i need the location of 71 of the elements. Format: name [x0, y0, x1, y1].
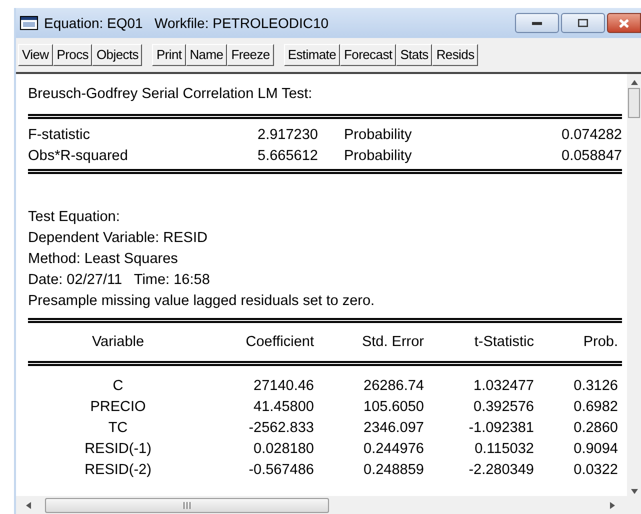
table-cell-text: -2.280349 [468, 461, 534, 480]
table-cell-text: 27140.46 [252, 377, 314, 396]
test-info-line: Dependent Variable: RESID [28, 229, 208, 248]
window-icon [20, 16, 38, 30]
scroll-right-arrow-icon [610, 502, 615, 508]
table-cell-text: 0.6982 [572, 398, 618, 417]
test-heading: Breusch-Godfrey Serial Correlation LM Test: [28, 85, 314, 104]
toolbar-button[interactable]: View [18, 44, 53, 66]
maximize-button[interactable] [561, 13, 605, 33]
table-cell-text: RESID(-2) [84, 461, 152, 480]
test-info-line: Method: Least Squares [28, 250, 179, 269]
table-cell-text: -1.092381 [468, 419, 534, 438]
table-cell-text: 2346.097 [362, 419, 424, 438]
table-cell-text: PRECIO [89, 398, 147, 417]
close-button[interactable] [607, 13, 641, 33]
table-cell-text: 0.392576 [472, 398, 534, 417]
table-cell-text: 105.6050 [362, 398, 424, 417]
scroll-down-arrow-icon [630, 489, 638, 494]
table-cell-text: 41.45800 [252, 398, 314, 417]
scroll-left-arrow-icon [26, 502, 31, 508]
probability-value: 0.074282 [562, 126, 623, 145]
table-cell-text: 0.3126 [572, 377, 618, 396]
test-info-line: Test Equation: [28, 208, 121, 227]
test-info-line: Presample missing value lagged residuals set to zero. [28, 292, 376, 311]
table-cell-text: -0.567486 [248, 461, 314, 480]
toolbar-button[interactable]: Stats [396, 44, 432, 66]
statistic-value: 5.665612 [256, 147, 318, 166]
column-header: t-Statistic [473, 332, 534, 352]
minimize-button[interactable] [515, 13, 559, 33]
window-title: Equation: EQ01 Workfile: PETROLEODIC10 [44, 14, 329, 33]
table-cell-text: -2562.833 [248, 419, 314, 438]
toolbar-button[interactable]: Print [152, 44, 186, 66]
close-icon [619, 18, 629, 28]
toolbar-button[interactable]: Objects [92, 44, 142, 66]
statistic-label: Obs*R-squared [28, 147, 129, 166]
toolbar-button[interactable]: Estimate [284, 44, 340, 66]
probability-value: 0.058847 [562, 147, 623, 166]
toolbar-button[interactable]: Name [186, 44, 228, 66]
horizontal-scrollbar[interactable] [16, 496, 641, 514]
table-cell-text: 0.244976 [362, 440, 424, 459]
grip-icon [183, 502, 191, 508]
scroll-up-arrow-icon [630, 80, 638, 85]
restore-icon [578, 19, 588, 27]
table-cell-text: 1.032477 [472, 377, 534, 396]
scroll-thumb[interactable] [45, 498, 329, 512]
table-cell-text: 0.115032 [474, 440, 534, 459]
probability-label: Probability [344, 147, 413, 166]
toolbar-button[interactable]: Procs [52, 44, 92, 66]
table-cell-text: 26286.74 [362, 377, 424, 396]
table-cell-text: 0.2860 [572, 419, 618, 438]
vertical-scrollbar[interactable] [627, 74, 641, 496]
table-cell-text: 0.0322 [572, 461, 618, 480]
table-cell-text: 0.248859 [362, 461, 424, 480]
probability-label: Probability [344, 126, 413, 145]
table-cell-text: C [112, 377, 124, 396]
test-info-line: Date: 02/27/11 Time: 16:58 [28, 271, 211, 290]
column-header: Variable [90, 332, 146, 352]
column-header: Prob. [582, 332, 618, 352]
scroll-thumb[interactable] [628, 88, 640, 118]
table-cell-text: RESID(-1) [84, 440, 152, 459]
statistic-value: 2.917230 [256, 126, 318, 145]
table-cell-text: TC [107, 419, 129, 438]
column-header: Std. Error [360, 332, 424, 352]
table-cell-text: 0.028180 [252, 440, 314, 459]
toolbar-button[interactable]: Resids [432, 44, 478, 66]
column-header: Coefficient [244, 332, 314, 352]
table-cell-text: 0.9094 [572, 440, 618, 459]
statistic-label: F-statistic [28, 126, 92, 145]
toolbar-button[interactable]: Forecast [340, 44, 396, 66]
toolbar-button[interactable]: Freeze [227, 44, 274, 66]
minimize-icon [532, 21, 542, 25]
